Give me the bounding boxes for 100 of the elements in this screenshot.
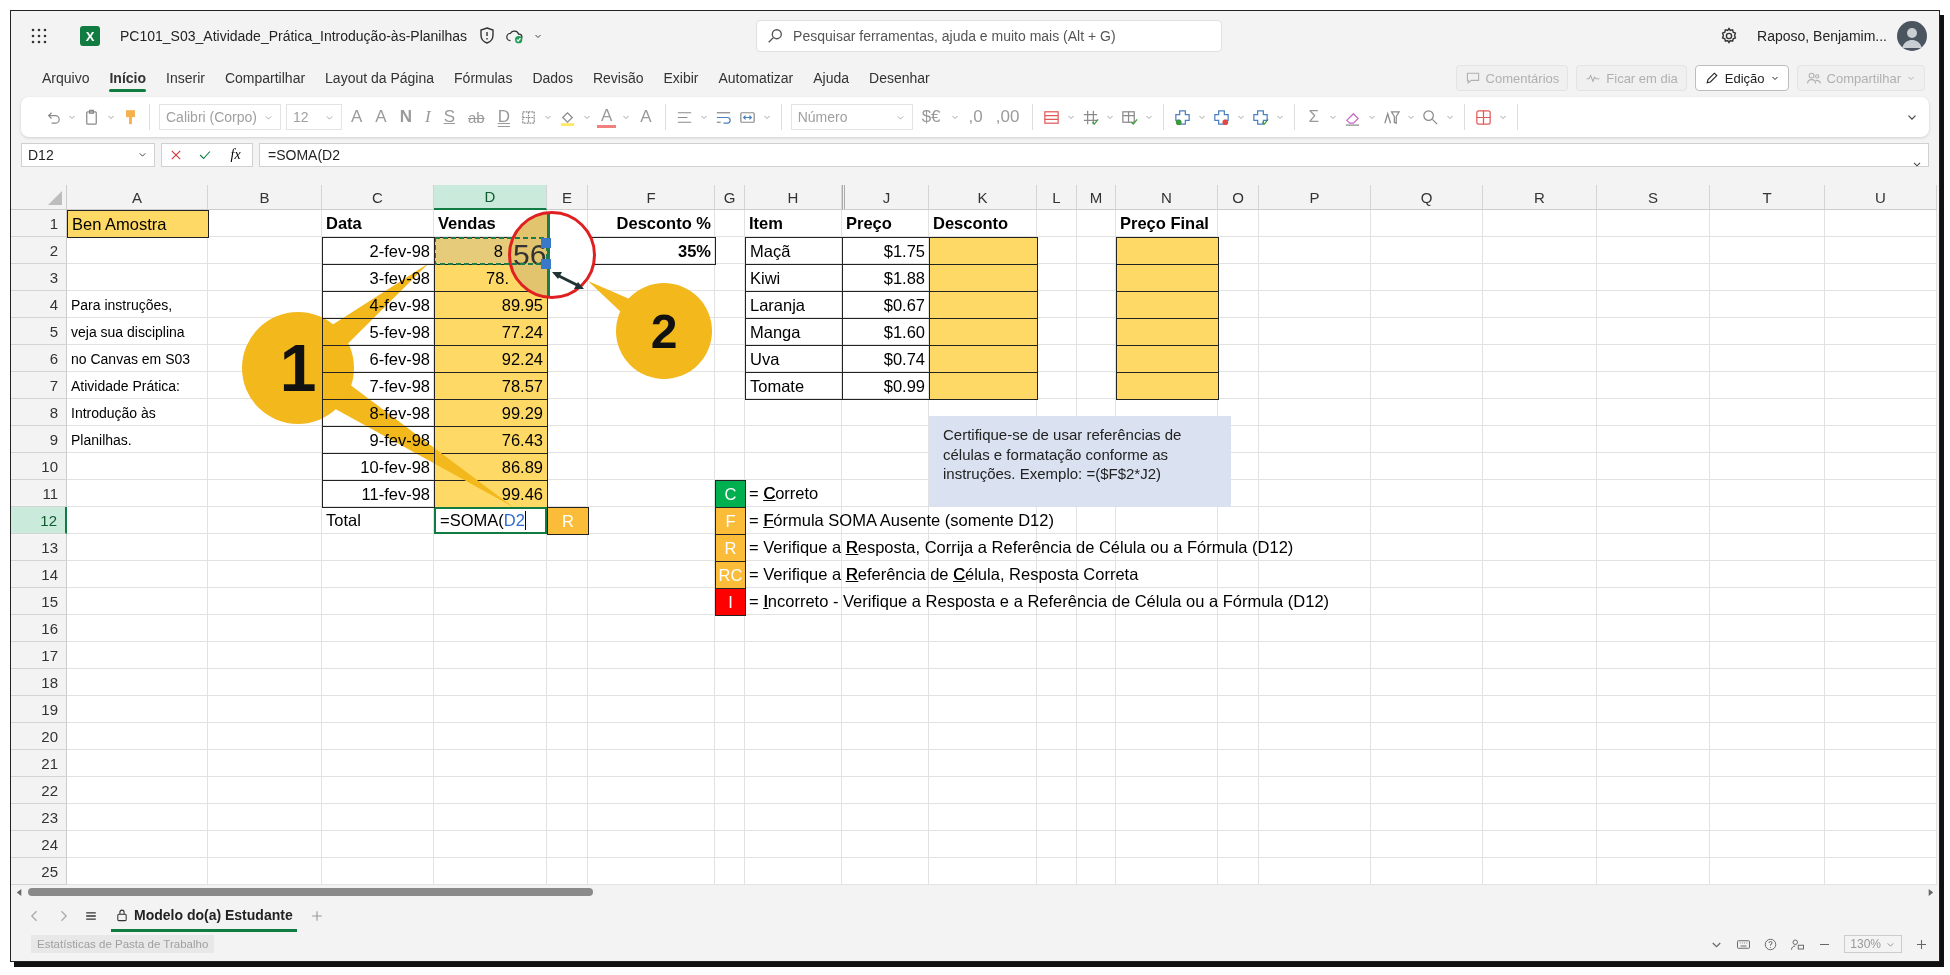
ribbon-tab[interactable]: Revisão [583, 64, 653, 92]
input-cell[interactable] [1116, 237, 1219, 265]
column-header[interactable]: T [1710, 185, 1825, 210]
column-header[interactable]: M [1077, 185, 1116, 210]
insert-icon[interactable] [1173, 107, 1193, 127]
scroll-left-icon[interactable] [15, 887, 24, 897]
row-header[interactable]: 10 [11, 453, 67, 480]
avatar-icon[interactable] [1897, 21, 1927, 51]
table-cell: 99.46 [434, 480, 548, 508]
row-header[interactable]: 7 [11, 372, 67, 399]
column-header[interactable]: B [208, 185, 322, 210]
row-header[interactable]: 19 [11, 696, 67, 723]
column-header[interactable]: J [842, 185, 929, 210]
scroll-right-icon[interactable] [1926, 887, 1935, 897]
ribbon-tab[interactable]: Automatizar [709, 64, 803, 92]
column-header[interactable]: A [67, 185, 208, 210]
row-header[interactable]: 13 [11, 534, 67, 561]
row-header[interactable]: 1 [11, 210, 67, 237]
add-ins-icon[interactable] [1473, 107, 1493, 127]
delete-icon[interactable] [1212, 107, 1232, 127]
input-cell[interactable] [1116, 372, 1219, 400]
formula-field[interactable]: =SOMA(D2 [259, 142, 1929, 167]
ribbon-tab[interactable]: Layout da Página [316, 64, 444, 92]
column-header[interactable]: O [1218, 185, 1259, 210]
column-header[interactable]: U [1825, 185, 1937, 210]
column-header[interactable]: Q [1371, 185, 1483, 210]
legend-text: = Correto [749, 484, 819, 503]
row-header[interactable]: 6 [11, 345, 67, 372]
table-header: Item [748, 213, 784, 234]
row-header[interactable]: 5 [11, 318, 67, 345]
row-header[interactable]: 17 [11, 642, 67, 669]
column-header[interactable]: F [588, 185, 715, 210]
row-header[interactable]: 4 [11, 291, 67, 318]
table-cell: Maçã [745, 237, 843, 265]
row-header[interactable]: 23 [11, 804, 67, 831]
ribbon-tab[interactable]: Arquivo [33, 64, 99, 92]
row-header[interactable]: 14 [11, 561, 67, 588]
row-header[interactable]: 22 [11, 777, 67, 804]
ribbon-tab[interactable]: Desenhar [860, 64, 939, 92]
input-cell[interactable] [1116, 318, 1219, 346]
column-header[interactable]: N [1116, 185, 1218, 210]
column-header[interactable]: R [1483, 185, 1597, 210]
input-cell[interactable] [929, 372, 1038, 400]
input-cell[interactable] [1116, 291, 1219, 319]
input-cell[interactable] [929, 345, 1038, 373]
column-header[interactable]: L [1037, 185, 1077, 210]
input-cell[interactable] [929, 318, 1038, 346]
row-header[interactable]: 15 [11, 588, 67, 615]
ribbon-tab[interactable]: Compartilhar [215, 64, 315, 92]
row-header[interactable]: 9 [11, 426, 67, 453]
ribbon-tab[interactable]: Fórmulas [445, 64, 522, 92]
ribbon-tab[interactable]: Dados [523, 64, 582, 92]
user-name[interactable]: Raposo, Benjamim... [1757, 28, 1887, 44]
format-icon[interactable] [1251, 107, 1271, 127]
ribbon-tab[interactable]: Exibir [654, 64, 708, 92]
row-header[interactable]: 8 [11, 399, 67, 426]
row-header[interactable]: 18 [11, 669, 67, 696]
ribbon-button[interactable]: Edição [1694, 65, 1789, 91]
excel-logo[interactable]: X [80, 26, 100, 46]
row-header[interactable]: 11 [11, 480, 67, 507]
column-header[interactable]: G [715, 185, 745, 210]
row-header[interactable]: 24 [11, 831, 67, 858]
column-header[interactable]: P [1259, 185, 1371, 210]
input-cell[interactable] [929, 237, 1038, 265]
app-launcher-icon[interactable] [31, 28, 47, 44]
legend-code: F [715, 507, 746, 535]
row-header[interactable]: 16 [11, 615, 67, 642]
scroll-thumb[interactable] [28, 888, 593, 896]
row-header[interactable]: 25 [11, 858, 67, 885]
search-icon[interactable] [1420, 107, 1440, 127]
status-cell: R [547, 507, 589, 535]
formula-cell[interactable]: =SOMA(D2 [434, 507, 547, 534]
name-box[interactable]: D12 [21, 142, 155, 167]
instruction-text: no Canvas em S03 [70, 349, 192, 369]
column-header[interactable]: D [434, 185, 547, 210]
table-header: Data [325, 213, 363, 234]
row-header[interactable]: 21 [11, 750, 67, 777]
document-title[interactable]: PC101_S03_Atividade_Prática_Introdução-às-Planilhas [120, 28, 468, 44]
column-header[interactable]: K [929, 185, 1037, 210]
column-header[interactable]: E [547, 185, 588, 210]
row-header[interactable]: 12 [11, 507, 67, 534]
input-cell[interactable] [1116, 264, 1219, 292]
search-field[interactable]: Pesquisar ferramentas, ajuda e muito mais (Alt + G) [756, 20, 1223, 52]
input-cell[interactable] [1116, 345, 1219, 373]
column-header[interactable]: S [1597, 185, 1710, 210]
column-header[interactable]: H [745, 185, 842, 210]
input-cell[interactable] [929, 291, 1038, 319]
input-cell[interactable] [929, 264, 1038, 292]
column-header[interactable]: C [322, 185, 434, 210]
legend-code: RC [715, 561, 746, 589]
table-cell: Ben Amostra [67, 210, 209, 238]
feedback-icon[interactable] [1790, 936, 1806, 952]
ribbon-tab[interactable]: Ajuda [804, 64, 858, 92]
row-header[interactable]: 3 [11, 264, 67, 291]
help-icon[interactable] [1763, 936, 1779, 952]
row-header[interactable]: 2 [11, 237, 67, 264]
insert-function-button[interactable]: fx [226, 146, 245, 163]
ribbon-tab[interactable]: Inserir [157, 64, 214, 92]
row-header[interactable]: 20 [11, 723, 67, 750]
ribbon-tab[interactable]: Início [100, 64, 156, 92]
